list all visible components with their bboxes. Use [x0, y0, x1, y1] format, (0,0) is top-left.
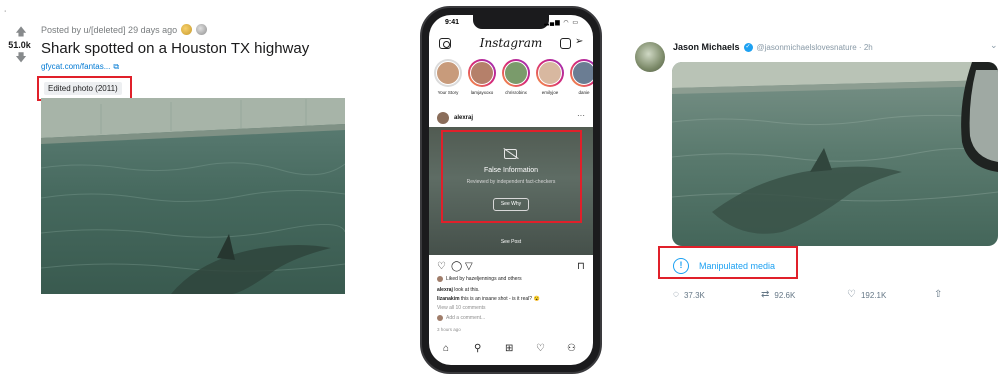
- add-comment-input[interactable]: Add a comment...: [446, 315, 485, 321]
- tweet-photo[interactable]: [672, 62, 998, 246]
- bookmark-icon[interactable]: ⊓: [577, 261, 585, 273]
- post-photo[interactable]: [41, 98, 345, 294]
- verified-icon: ✓: [743, 42, 753, 52]
- post-title[interactable]: Shark spotted on a Houston TX highway: [41, 40, 309, 57]
- tweet: Jason Michaels ✓ @jasonmichaelslovesnatu…: [630, 0, 998, 377]
- caption-line: alexraj look at this.: [437, 287, 480, 293]
- share-icon[interactable]: ▽: [465, 261, 473, 273]
- phone-notch: [473, 15, 549, 29]
- shark-highway-photo: [672, 62, 998, 246]
- post-meta-text: Posted by u/[deleted] 29 days ago: [41, 24, 178, 35]
- status-time: 9:41: [445, 19, 460, 26]
- add-comment-row[interactable]: Add a comment...: [437, 315, 485, 321]
- reddit-post: ˙ 🡅 51.0k 🡇 Posted by u/[deleted] 29 day…: [0, 0, 360, 377]
- post-actions: ♡ ◯ ▽ ⊓: [437, 261, 587, 273]
- profile-icon[interactable]: ⚇: [567, 343, 576, 354]
- story-item[interactable]: Your Story: [433, 59, 463, 107]
- story-name: Your Story: [437, 90, 459, 95]
- direct-message-icon[interactable]: ➢: [575, 36, 583, 47]
- story-item[interactable]: danie: [569, 59, 593, 107]
- story-name: chrisrobinx: [505, 90, 527, 95]
- tweet-handle[interactable]: @jasonmichaelslovesnature · 2h: [757, 43, 873, 52]
- tweet-author-name[interactable]: Jason Michaels: [673, 42, 740, 52]
- caption-user[interactable]: alexraj: [437, 287, 453, 293]
- upvote-icon[interactable]: 🡅: [6, 26, 36, 38]
- like-button[interactable]: ♡ 192.1K: [847, 290, 886, 300]
- caption-text: look at this.: [454, 287, 480, 293]
- comment-line: lizanakim this is an insane shot - is it…: [437, 296, 540, 302]
- retweet-icon: ⇄: [761, 289, 770, 300]
- activity-icon[interactable]: ♡: [536, 343, 545, 354]
- post-link-text[interactable]: gfycat.com/fantas...: [41, 62, 110, 71]
- liker-avatar: [437, 276, 443, 282]
- retweet-count: 92.6K: [774, 290, 796, 300]
- downvote-icon[interactable]: 🡇: [6, 52, 36, 64]
- reply-button[interactable]: ◌ 37.3K: [673, 290, 705, 300]
- chevron-down-icon[interactable]: ⌄: [990, 40, 998, 51]
- story-item[interactable]: chrisrobinx: [501, 59, 531, 107]
- manipulated-media-text[interactable]: Manipulated media: [699, 261, 775, 271]
- retweet-button[interactable]: ⇄ 92.6K: [761, 290, 795, 300]
- story-name: lamjayxoxo: [470, 90, 494, 95]
- shark-highway-photo: [41, 98, 345, 294]
- see-post-button[interactable]: See Post: [429, 239, 593, 245]
- gold-award-icon: [181, 24, 193, 35]
- silver-award-icon: [196, 24, 208, 35]
- avatar: [437, 315, 443, 321]
- view-all-comments[interactable]: View all 10 comments: [437, 305, 486, 311]
- like-count: 192.1K: [860, 290, 887, 300]
- tweet-header: Jason Michaels ✓ @jasonmichaelslovesnatu…: [673, 42, 873, 52]
- new-post-icon[interactable]: ⊞: [505, 343, 513, 354]
- comment-icon[interactable]: ◯: [451, 261, 462, 273]
- warning-icon: !: [673, 258, 689, 274]
- likes-text[interactable]: Liked by hazeljennings and others: [446, 276, 522, 282]
- avatar[interactable]: [437, 112, 449, 124]
- story-name: danie: [578, 90, 590, 95]
- instagram-header: Instagram ➢: [429, 33, 593, 55]
- home-icon[interactable]: ⌂: [443, 343, 449, 354]
- more-options-icon[interactable]: ···: [577, 111, 585, 120]
- reply-count: 37.3K: [683, 290, 705, 300]
- heart-icon[interactable]: ♡: [437, 261, 446, 273]
- external-link-icon: ⧉: [113, 62, 120, 71]
- post-meta: Posted by u/[deleted] 29 days ago: [41, 24, 208, 35]
- vote-score: 51.0k: [8, 40, 31, 50]
- tweet-actions: ◌ 37.3K ⇄ 92.6K ♡ 192.1K ⇧: [673, 290, 993, 302]
- reply-icon: ◌: [673, 289, 679, 300]
- story-item[interactable]: emilyjoe: [535, 59, 565, 107]
- overlay-highlight-box: [441, 130, 582, 223]
- story-item[interactable]: lamjayxoxo: [467, 59, 497, 107]
- bottom-nav: ⌂ ⚲ ⊞ ♡ ⚇: [429, 341, 593, 359]
- comment-text: this is an insane shot - is it real? 😮: [460, 296, 540, 302]
- search-icon[interactable]: ⚲: [474, 343, 481, 354]
- comparison-figure: ˙ 🡅 51.0k 🡇 Posted by u/[deleted] 29 day…: [0, 0, 998, 377]
- post-username[interactable]: alexraj: [454, 115, 473, 121]
- share-button[interactable]: ⇧: [934, 290, 942, 300]
- stories-tray: Your Story lamjayxoxo chrisrobinx emilyj…: [433, 59, 593, 107]
- post-author[interactable]: alexraj: [437, 112, 473, 124]
- post-link[interactable]: gfycat.com/fantas... ⧉: [41, 62, 119, 72]
- share-icon: ⇧: [934, 289, 943, 300]
- manipulated-media-label[interactable]: ! Manipulated media: [673, 258, 775, 274]
- post-time: 3 hours ago: [437, 327, 461, 332]
- vote-column: 🡅 51.0k 🡇: [6, 26, 36, 64]
- igtv-icon[interactable]: [560, 38, 571, 49]
- comment-user[interactable]: lizanakim: [437, 296, 460, 302]
- avatar[interactable]: [635, 42, 665, 72]
- heart-icon: ♡: [847, 289, 856, 300]
- status-icons: ▂▄▆ ◠ ▭: [544, 20, 579, 26]
- corner-mark: ˙: [4, 10, 8, 21]
- story-name: emilyjoe: [541, 90, 559, 95]
- likes-line: Liked by hazeljennings and others: [437, 276, 522, 282]
